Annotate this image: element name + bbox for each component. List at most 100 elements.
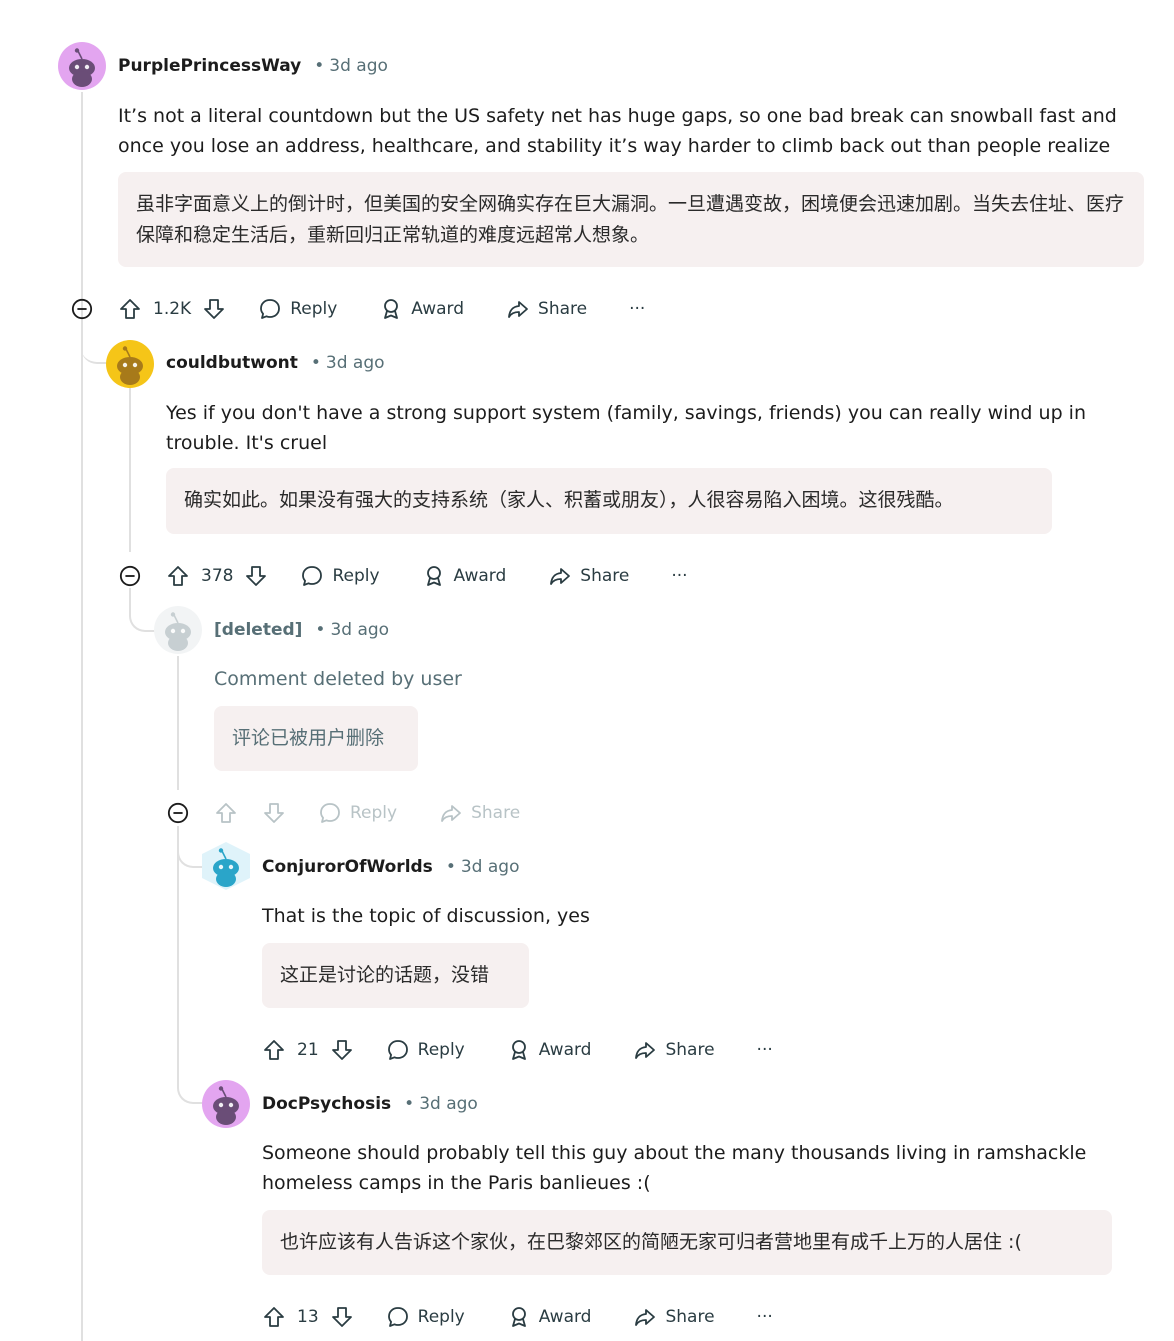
- timestamp[interactable]: 3d ago: [329, 56, 388, 76]
- avatar[interactable]: [202, 1080, 250, 1128]
- thread-line-1[interactable]: [81, 92, 83, 1341]
- thread-line-3[interactable]: [177, 656, 179, 790]
- more-options-button[interactable]: ···: [757, 1040, 773, 1060]
- separator-dot: •: [314, 56, 325, 76]
- more-options-icon: ···: [756, 1040, 773, 1060]
- upvote-icon[interactable]: [166, 564, 190, 588]
- award-label: Award: [538, 1307, 592, 1327]
- comment-actions: 21 Reply Award Share ···: [262, 1033, 773, 1067]
- downvote-icon: [262, 801, 286, 825]
- reply-button[interactable]: Reply: [300, 564, 380, 588]
- comment-meta: PurplePrincessWay • 3d ago: [118, 54, 388, 78]
- thread-line-2[interactable]: [129, 388, 131, 552]
- reply-button[interactable]: Reply: [386, 1038, 465, 1062]
- translation-box: 也许应该有人告诉这个家伙，在巴黎郊区的简陋无家可归者营地里有成千上万的人居住 :…: [262, 1210, 1112, 1275]
- snoo-avatar-icon: [106, 340, 154, 388]
- reply-bubble-icon: [386, 1305, 410, 1329]
- collapse-thread-icon[interactable]: [167, 802, 189, 824]
- comment-meta: DocPsychosis • 3d ago: [262, 1092, 478, 1116]
- more-options-icon: ···: [671, 566, 688, 586]
- share-button[interactable]: Share: [633, 1038, 715, 1062]
- share-label: Share: [580, 566, 630, 586]
- comment-body: Yes if you don't have a strong support s…: [166, 402, 1086, 454]
- author-name[interactable]: DocPsychosis: [262, 1094, 391, 1114]
- reply-button: Reply: [318, 801, 397, 825]
- thread-line-4[interactable]: [177, 826, 179, 1080]
- comment-actions: Reply Share: [214, 796, 520, 830]
- award-button[interactable]: Award: [507, 1038, 592, 1062]
- comment-body: Someone should probably tell this guy ab…: [262, 1142, 1087, 1194]
- award-button[interactable]: Award: [379, 297, 464, 321]
- share-label: Share: [538, 299, 588, 319]
- upvote-icon[interactable]: [118, 297, 142, 321]
- separator-dot: •: [445, 857, 456, 877]
- more-options-button[interactable]: ···: [671, 566, 687, 586]
- share-button[interactable]: Share: [506, 297, 587, 321]
- downvote-icon[interactable]: [244, 564, 268, 588]
- downvote-icon[interactable]: [330, 1038, 354, 1062]
- award-label: Award: [538, 1040, 592, 1060]
- share-button[interactable]: Share: [548, 564, 629, 588]
- snoo-avatar-icon: [202, 1080, 250, 1128]
- comment-body: That is the topic of discussion, yes: [262, 905, 590, 927]
- comment-actions: 13 Reply Award Share ···: [262, 1300, 773, 1334]
- reply-bubble-icon: [386, 1038, 410, 1062]
- separator-dot: •: [310, 353, 321, 373]
- thread-branch-1: [81, 320, 107, 364]
- timestamp[interactable]: 3d ago: [326, 353, 385, 373]
- thread-branch-3: [177, 826, 203, 868]
- award-icon: [507, 1038, 531, 1062]
- reply-bubble-icon: [258, 297, 282, 321]
- share-label: Share: [665, 1307, 715, 1327]
- reply-label: Reply: [417, 1307, 465, 1327]
- translation-box: 评论已被用户删除: [214, 706, 418, 771]
- reply-button[interactable]: Reply: [258, 297, 337, 321]
- author-name: [deleted]: [214, 620, 303, 640]
- award-button[interactable]: Award: [422, 564, 507, 588]
- upvote-icon[interactable]: [262, 1038, 286, 1062]
- share-icon: [633, 1305, 657, 1329]
- author-name[interactable]: couldbutwont: [166, 353, 298, 373]
- avatar: [154, 606, 202, 654]
- comment-actions: 1.2K Reply Award Share ···: [118, 292, 645, 326]
- downvote-icon[interactable]: [330, 1305, 354, 1329]
- avatar[interactable]: [202, 842, 250, 890]
- vote-group: [214, 801, 286, 825]
- reply-bubble-icon: [318, 801, 342, 825]
- more-options-button[interactable]: ···: [629, 299, 645, 319]
- award-label: Award: [453, 566, 507, 586]
- avatar[interactable]: [58, 42, 106, 90]
- author-name[interactable]: ConjurorOfWorlds: [262, 857, 433, 877]
- timestamp[interactable]: 3d ago: [461, 857, 520, 877]
- translation-box: 确实如此。如果没有强大的支持系统（家人、积蓄或朋友），人很容易陷入困境。这很残酷…: [166, 468, 1052, 534]
- vote-group: 1.2K: [118, 297, 226, 321]
- award-icon: [507, 1305, 531, 1329]
- translation-box: 这正是讨论的话题，没错: [262, 943, 529, 1008]
- downvote-icon[interactable]: [202, 297, 226, 321]
- author-name[interactable]: PurplePrincessWay: [118, 56, 301, 76]
- vote-group: 13: [262, 1305, 354, 1329]
- share-icon: [633, 1038, 657, 1062]
- vote-group: 21: [262, 1038, 354, 1062]
- award-button[interactable]: Award: [507, 1305, 592, 1329]
- vote-count: 378: [201, 566, 234, 586]
- reply-label: Reply: [332, 566, 380, 586]
- more-options-icon: ···: [756, 1307, 773, 1327]
- thread-branch-2: [129, 588, 155, 632]
- reply-button[interactable]: Reply: [386, 1305, 465, 1329]
- upvote-icon[interactable]: [262, 1305, 286, 1329]
- timestamp[interactable]: 3d ago: [419, 1094, 478, 1114]
- collapse-thread-icon[interactable]: [119, 565, 141, 587]
- comment-body: It’s not a literal countdown but the US …: [118, 105, 1117, 157]
- share-button[interactable]: Share: [633, 1305, 715, 1329]
- timestamp[interactable]: 3d ago: [330, 620, 389, 640]
- share-icon: [506, 297, 530, 321]
- more-options-icon: ···: [629, 299, 646, 319]
- snoo-avatar-icon: [58, 42, 106, 90]
- thread-branch-4: [177, 1062, 203, 1104]
- more-options-button[interactable]: ···: [757, 1307, 773, 1327]
- collapse-thread-icon[interactable]: [71, 298, 93, 320]
- reply-label: Reply: [290, 299, 338, 319]
- avatar[interactable]: [106, 340, 154, 388]
- deleted-user-avatar-icon: [154, 606, 202, 654]
